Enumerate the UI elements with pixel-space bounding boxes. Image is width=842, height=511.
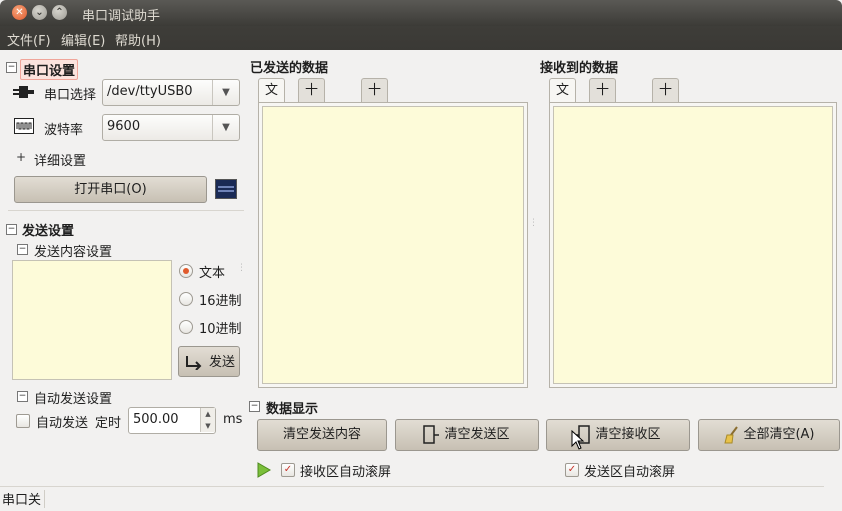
send-settings-header: 发送设置 bbox=[22, 224, 75, 239]
serial-plug-icon bbox=[13, 86, 34, 98]
clear-send-content-button[interactable]: 清空发送内容 bbox=[257, 419, 387, 451]
divider bbox=[8, 210, 244, 211]
dropdown-arrow-icon: ▼ bbox=[212, 80, 239, 105]
mouse-cursor-icon bbox=[571, 430, 585, 450]
send-autoscroll-checkbox[interactable]: ✓ bbox=[565, 463, 579, 477]
send-content-header: 发送内容设置 bbox=[34, 245, 113, 260]
received-data-textarea[interactable] bbox=[553, 106, 833, 384]
sent-tab-text[interactable]: 文本 bbox=[258, 78, 286, 122]
serial-settings-header: 串口设置 bbox=[20, 59, 79, 80]
mode-dec-label[interactable]: 10进制 bbox=[199, 318, 242, 337]
clear-send-area-button[interactable]: 清空发送区 bbox=[395, 419, 539, 451]
open-port-button[interactable]: 打开串口(O) bbox=[14, 176, 207, 203]
interval-value: 500.00 bbox=[133, 412, 179, 427]
status-divider bbox=[44, 490, 45, 508]
window-title: 串口调试助手 bbox=[82, 9, 161, 24]
data-display-collapse-toggle[interactable]: − bbox=[249, 401, 260, 412]
mode-text-radio[interactable] bbox=[179, 264, 193, 278]
send-button[interactable]: 发送 bbox=[178, 346, 240, 377]
title-bar[interactable]: ✕ ⌄ ⌃ 串口调试助手 bbox=[0, 0, 842, 26]
send-settings-collapse-toggle[interactable]: − bbox=[6, 224, 17, 235]
port-label: 串口选择 bbox=[44, 88, 97, 103]
menu-file[interactable]: 文件(F) bbox=[7, 30, 51, 49]
clear-send-area-icon bbox=[423, 425, 439, 444]
sent-tab-dec[interactable]: 十进制 bbox=[361, 78, 389, 146]
minimize-window-button[interactable]: ⌄ bbox=[32, 5, 47, 20]
port-select[interactable]: /dev/ttyUSB0 ▼ bbox=[102, 79, 240, 106]
send-arrow-icon bbox=[186, 356, 202, 370]
menu-help[interactable]: 帮助(H) bbox=[115, 30, 161, 49]
send-content-collapse-toggle[interactable]: − bbox=[17, 244, 28, 255]
sent-tab-hex[interactable]: 十六进制 bbox=[298, 78, 326, 170]
recv-autoscroll-checkbox[interactable]: ✓ bbox=[281, 463, 295, 477]
timer-label: 定时 bbox=[95, 416, 122, 431]
recv-tab-dec[interactable]: 十进制 bbox=[652, 78, 680, 146]
recv-autoscroll-label[interactable]: 接收区自动滚屏 bbox=[300, 461, 391, 480]
baud-label: 波特率 bbox=[44, 123, 84, 138]
mode-hex-label[interactable]: 16进制 bbox=[199, 290, 242, 309]
spin-down-icon[interactable]: ▼ bbox=[200, 420, 215, 432]
auto-send-header: 自动发送设置 bbox=[34, 392, 113, 407]
auto-send-label[interactable]: 自动发送 bbox=[36, 412, 88, 431]
baud-select-value: 9600 bbox=[107, 119, 141, 134]
data-display-header: 数据显示 bbox=[266, 402, 319, 417]
send-content-textarea[interactable] bbox=[12, 260, 172, 380]
spin-up-icon[interactable]: ▲ bbox=[200, 408, 215, 420]
recv-tab-text[interactable]: 文本 bbox=[549, 78, 577, 122]
pane-splitter-handle[interactable]: ⋮ bbox=[529, 218, 538, 228]
sent-data-textarea[interactable] bbox=[262, 106, 524, 384]
mode-hex-radio[interactable] bbox=[179, 292, 193, 306]
minimize-icon: ⌄ bbox=[35, 7, 44, 18]
send-button-label: 发送 bbox=[208, 355, 235, 370]
clear-recv-area-button[interactable]: 清空接收区 bbox=[546, 419, 690, 451]
auto-send-checkbox[interactable] bbox=[16, 414, 30, 428]
play-icon[interactable] bbox=[256, 462, 272, 478]
mode-text-label[interactable]: 文本 bbox=[199, 262, 225, 281]
received-data-header: 接收到的数据 bbox=[540, 61, 619, 76]
menu-bar: 文件(F) 编辑(E) 帮助(H) bbox=[0, 26, 842, 50]
maximize-window-button[interactable]: ⌃ bbox=[52, 5, 67, 20]
port-select-value: /dev/ttyUSB0 bbox=[107, 84, 193, 99]
broom-icon bbox=[724, 426, 738, 444]
status-text: 串口关 bbox=[2, 493, 42, 508]
recv-tab-hex[interactable]: 十六进制 bbox=[589, 78, 617, 170]
menu-edit[interactable]: 编辑(E) bbox=[61, 30, 105, 49]
serial-settings-collapse-toggle[interactable]: − bbox=[6, 62, 17, 73]
maximize-icon: ⌃ bbox=[55, 7, 64, 18]
grip-icon: ⋮ bbox=[237, 263, 246, 273]
advanced-expand-icon[interactable]: + bbox=[16, 151, 26, 163]
baud-select[interactable]: 9600 ▼ bbox=[102, 114, 240, 141]
status-bar: 串口关 bbox=[0, 487, 842, 511]
received-data-panel bbox=[549, 102, 837, 388]
interval-spinbox[interactable]: 500.00 ▲ ▼ bbox=[128, 407, 216, 434]
dropdown-arrow-icon: ▼ bbox=[212, 115, 239, 140]
advanced-settings-label[interactable]: 详细设置 bbox=[34, 150, 86, 169]
port-status-icon bbox=[215, 179, 237, 199]
auto-send-collapse-toggle[interactable]: − bbox=[17, 391, 28, 402]
mode-dec-radio[interactable] bbox=[179, 320, 193, 334]
clear-all-button[interactable]: 全部清空(A) bbox=[698, 419, 840, 451]
interval-unit: ms bbox=[223, 412, 243, 427]
sent-data-panel bbox=[258, 102, 528, 388]
waveform-icon bbox=[14, 118, 34, 134]
sent-data-header: 已发送的数据 bbox=[250, 61, 329, 76]
close-window-button[interactable]: ✕ bbox=[12, 5, 27, 20]
send-autoscroll-label[interactable]: 发送区自动滚屏 bbox=[584, 461, 675, 480]
close-icon: ✕ bbox=[15, 7, 24, 18]
